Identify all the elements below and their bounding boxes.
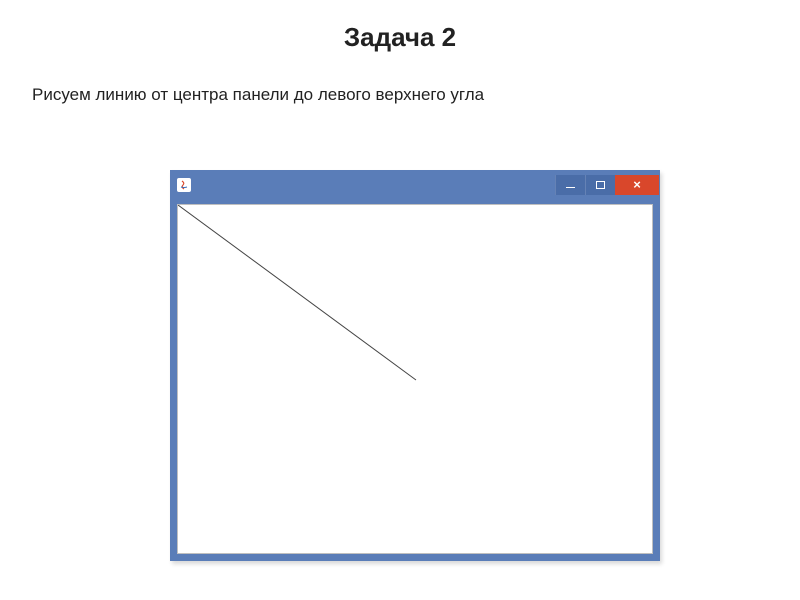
- slide-description: Рисуем линию от центра панели до левого …: [0, 53, 800, 105]
- close-button[interactable]: ×: [615, 175, 659, 195]
- window-titlebar[interactable]: ×: [171, 171, 659, 198]
- maximize-button[interactable]: [585, 175, 615, 195]
- drawing-panel: [177, 204, 653, 554]
- java-icon: [177, 178, 191, 192]
- app-window: ×: [170, 170, 660, 561]
- minimize-button[interactable]: [555, 175, 585, 195]
- window-client-area: [171, 198, 659, 560]
- slide-title: Задача 2: [0, 0, 800, 53]
- drawn-line: [178, 205, 654, 555]
- window-controls: ×: [555, 175, 659, 195]
- line-shape: [178, 205, 416, 380]
